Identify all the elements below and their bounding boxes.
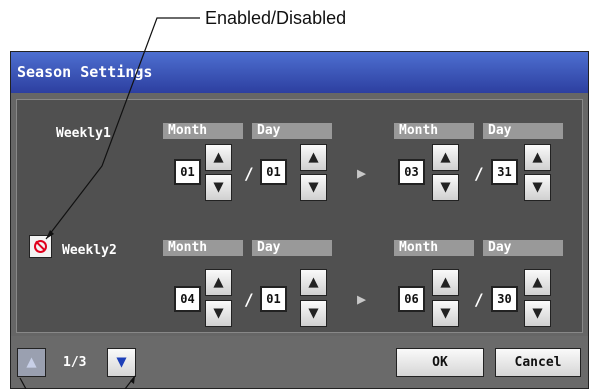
ok-button[interactable]: OK: [396, 348, 484, 377]
weekly2-end-month-up-button[interactable]: ▲: [432, 269, 459, 296]
up-arrow-icon: ▲: [308, 272, 319, 292]
down-arrow-icon: ▼: [440, 177, 451, 197]
down-arrow-icon: ▼: [308, 177, 319, 197]
weekly2-end-day-value: 30: [491, 286, 518, 312]
weekly1-end-day-value: 31: [491, 159, 518, 185]
up-arrow-icon: ▲: [532, 272, 543, 292]
weekly2-end-month-value: 06: [398, 286, 425, 312]
up-arrow-icon: ▲: [532, 147, 543, 167]
weekly1-end-month-down-button[interactable]: ▼: [432, 174, 459, 201]
footer-bar: ▲ 1/3 ▼ OK Cancel: [11, 336, 588, 388]
weekly2-start-day-up-button[interactable]: ▲: [300, 269, 327, 296]
weekly1-end-month-value: 03: [398, 159, 425, 185]
date-separator: /: [474, 164, 484, 183]
weekly1-start-day-down-button[interactable]: ▼: [300, 174, 327, 201]
weekly2-enable-toggle[interactable]: [29, 235, 52, 258]
weekly2-label: Weekly2: [62, 243, 117, 258]
cancel-button[interactable]: Cancel: [495, 348, 581, 377]
down-arrow-icon: ▼: [440, 303, 451, 323]
weekly2-start-month-down-button[interactable]: ▼: [205, 300, 232, 327]
up-arrow-icon: ▲: [213, 147, 224, 167]
date-separator: /: [474, 290, 484, 309]
weekly2-start-day-value: 01: [260, 286, 287, 312]
weekly1-end-day-header: Day: [483, 123, 563, 139]
weekly1-start-day-value: 01: [260, 159, 287, 185]
up-arrow-icon: ▲: [440, 147, 451, 167]
down-arrow-icon: ▼: [532, 177, 543, 197]
up-arrow-icon: ▲: [213, 272, 224, 292]
page-indicator: 1/3: [63, 355, 87, 370]
weekly2-end-day-down-button[interactable]: ▼: [524, 300, 551, 327]
enabled-disabled-callout: Enabled/Disabled: [205, 8, 347, 28]
weekly1-start-day-up-button[interactable]: ▲: [300, 144, 327, 171]
range-arrow-icon: ▶: [357, 290, 367, 308]
down-arrow-icon: ▼: [213, 303, 224, 323]
date-separator: /: [244, 164, 254, 183]
weekly2-start-day-down-button[interactable]: ▼: [300, 300, 327, 327]
weekly1-end-month-up-button[interactable]: ▲: [432, 144, 459, 171]
down-arrow-icon: ▼: [308, 303, 319, 323]
page-up-button[interactable]: ▲: [17, 348, 46, 377]
weekly1-start-month-up-button[interactable]: ▲: [205, 144, 232, 171]
up-arrow-icon: ▲: [440, 272, 451, 292]
weekly2-end-month-down-button[interactable]: ▼: [432, 300, 459, 327]
weekly1-start-month-down-button[interactable]: ▼: [205, 174, 232, 201]
weekly2-end-month-header: Month: [394, 240, 474, 256]
weekly2-end-day-header: Day: [483, 240, 563, 256]
weekly1-start-day-header: Day: [252, 123, 332, 139]
weekly2-end-day-up-button[interactable]: ▲: [524, 269, 551, 296]
range-arrow-icon: ▶: [357, 164, 367, 182]
weekly1-start-month-value: 01: [174, 159, 201, 185]
weekly1-end-month-header: Month: [394, 123, 474, 139]
season-settings-window: Season Settings Weekly1 Month Day Month …: [10, 51, 589, 389]
weekly2-start-month-header: Month: [163, 240, 243, 256]
weekly2-start-month-value: 04: [174, 286, 201, 312]
page-down-button[interactable]: ▼: [107, 348, 136, 377]
window-title: Season Settings: [11, 52, 588, 93]
down-arrow-icon: ▼: [532, 303, 543, 323]
up-arrow-icon: ▲: [308, 147, 319, 167]
weekly1-label: Weekly1: [56, 126, 111, 141]
weekly1-end-day-down-button[interactable]: ▼: [524, 174, 551, 201]
weekly1-end-day-up-button[interactable]: ▲: [524, 144, 551, 171]
down-arrow-icon: ▼: [116, 352, 127, 372]
weekly2-start-day-header: Day: [252, 240, 332, 256]
down-arrow-icon: ▼: [213, 177, 224, 197]
settings-content: Weekly1 Month Day Month Day 01 ▲ ▼ / 01 …: [16, 99, 583, 333]
weekly1-start-month-header: Month: [163, 123, 243, 139]
date-separator: /: [244, 290, 254, 309]
weekly2-start-month-up-button[interactable]: ▲: [205, 269, 232, 296]
up-arrow-icon: ▲: [26, 352, 37, 372]
